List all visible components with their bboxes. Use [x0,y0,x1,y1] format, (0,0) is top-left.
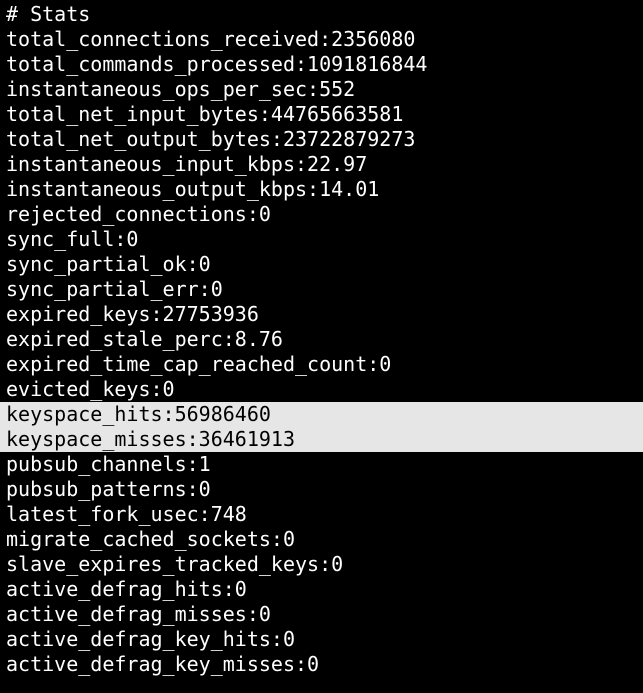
terminal-line: total_commands_processed:1091816844 [6,52,428,76]
terminal-line: active_defrag_hits:0 [6,577,247,601]
terminal-line: latest_fork_usec:748 [6,502,247,526]
terminal-line: pubsub_channels:1 [6,452,211,476]
terminal-line: total_net_input_bytes:44765663581 [6,102,404,126]
terminal-line-selected: keyspace_misses:36461913 [0,427,643,452]
terminal-line: evicted_keys:0 [6,377,175,401]
terminal-line: active_defrag_key_misses:0 [6,652,320,676]
terminal-output[interactable]: # Stats total_connections_received:23560… [0,0,643,693]
terminal-line: instantaneous_ops_per_sec:552 [6,77,356,101]
terminal-line: slave_expires_tracked_keys:0 [6,552,344,576]
terminal-line: sync_full:0 [6,227,139,251]
terminal-line: instantaneous_input_kbps:22.97 [6,152,368,176]
terminal-line: expired_time_cap_reached_count:0 [6,352,392,376]
terminal-line: sync_partial_err:0 [6,277,223,301]
terminal-line-header: # Stats [6,2,91,26]
terminal-line: active_defrag_misses:0 [6,602,271,626]
terminal-line: expired_keys:27753936 [6,302,259,326]
terminal-line: sync_partial_ok:0 [6,252,211,276]
terminal-line: expired_stale_perc:8.76 [6,327,283,351]
terminal-line: instantaneous_output_kbps:14.01 [6,177,380,201]
terminal-line: total_connections_received:2356080 [6,27,416,51]
terminal-line: migrate_cached_sockets:0 [6,527,295,551]
terminal-line: active_defrag_key_hits:0 [6,627,295,651]
terminal-line: pubsub_patterns:0 [6,477,211,501]
terminal-line-selected: keyspace_hits:56986460 [0,402,643,427]
terminal-line: rejected_connections:0 [6,202,271,226]
terminal-line: total_net_output_bytes:23722879273 [6,127,416,151]
